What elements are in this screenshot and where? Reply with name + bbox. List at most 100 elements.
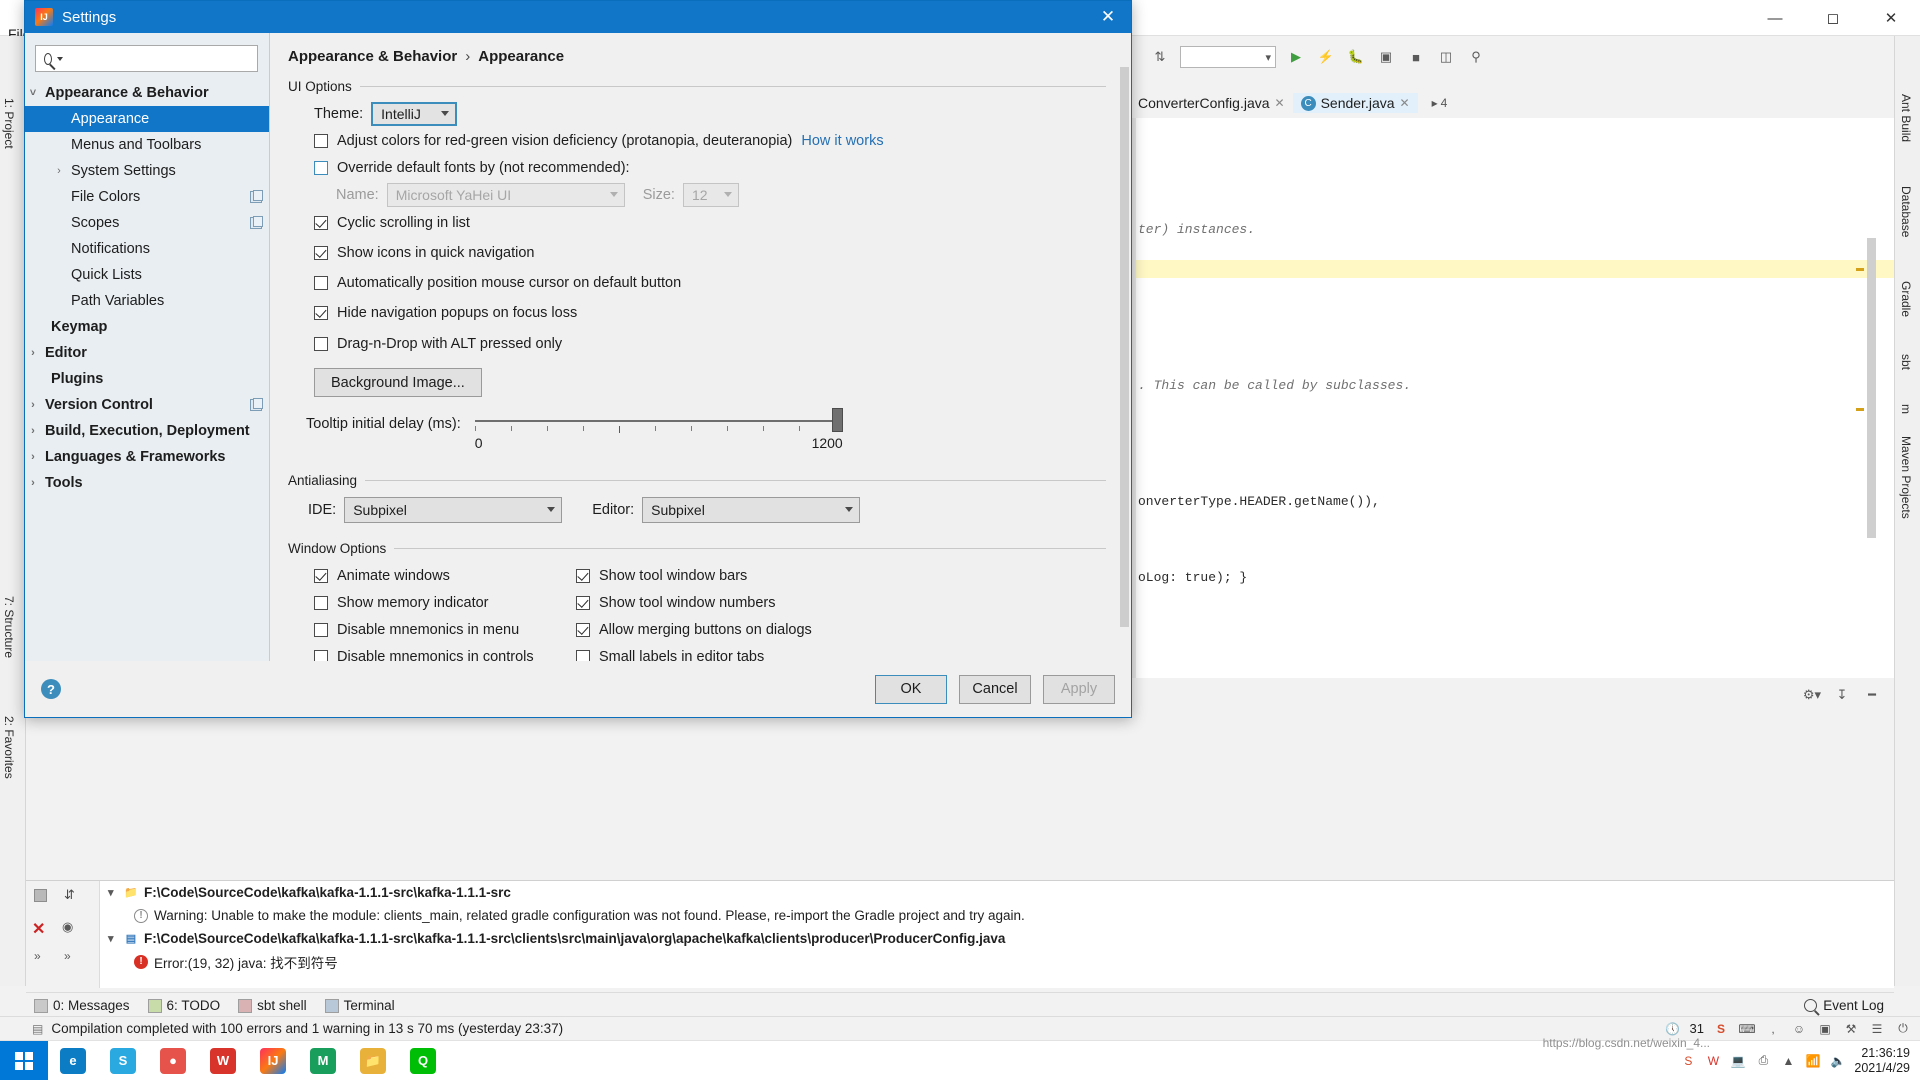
show-memory-indicator-checkbox[interactable]	[314, 595, 328, 610]
maximize-icon[interactable]: ◻	[1804, 0, 1862, 36]
taskbar-sogou[interactable]: S	[98, 1041, 148, 1080]
sidebar-item-scopes[interactable]: Scopes	[25, 210, 269, 236]
minimize-icon[interactable]: —	[1746, 0, 1804, 36]
tool-window-favorites[interactable]: 2: Favorites	[2, 716, 16, 779]
editor-tab-sender[interactable]: C Sender.java ✕	[1292, 93, 1418, 113]
editor-antialiasing-select[interactable]: Subpixel	[642, 496, 861, 523]
editor-tab-converterconfig[interactable]: ConverterConfig.java ✕	[1130, 93, 1293, 113]
comma-icon[interactable]: ,	[1764, 1020, 1782, 1038]
coverage-icon[interactable]: ▣	[1376, 47, 1396, 67]
sogou-icon[interactable]: S	[1712, 1020, 1730, 1038]
override-fonts-checkbox[interactable]	[314, 160, 328, 175]
sidebar-item-languages-and-frameworks[interactable]: › Languages & Frameworks	[25, 444, 269, 470]
tool-window-sbt[interactable]: sbt	[1899, 354, 1913, 370]
build-icon[interactable]: ⚡	[1316, 47, 1336, 67]
close-tab-icon[interactable]: ✕	[1275, 96, 1285, 110]
chevron-right-icon[interactable]: ›	[25, 477, 41, 489]
hide-nav-popups-checkbox[interactable]	[314, 306, 328, 320]
chevron-right-icon[interactable]: ›	[25, 425, 41, 437]
slider-thumb[interactable]	[831, 408, 843, 432]
tool-window-gradle[interactable]: Gradle	[1899, 281, 1913, 317]
search-everywhere-icon[interactable]: ⚲	[1466, 47, 1486, 67]
keyboard-icon[interactable]: ⌨	[1738, 1020, 1756, 1038]
sidebar-item-appearance[interactable]: Appearance	[25, 106, 269, 132]
help-button[interactable]: ?	[41, 679, 61, 699]
menu-icon[interactable]: ☰	[1868, 1020, 1886, 1038]
taskbar-clock[interactable]: 21:36:19 2021/4/29	[1854, 1046, 1910, 1076]
image-icon[interactable]: ▣	[1816, 1020, 1834, 1038]
taskbar-qiyi[interactable]: Q	[398, 1041, 448, 1080]
chevron-right-icon[interactable]: ›	[25, 399, 41, 411]
run-icon[interactable]: ▶	[1286, 47, 1306, 67]
ok-button[interactable]: OK	[875, 674, 947, 704]
stop-icon[interactable]: ■	[1406, 47, 1426, 67]
sidebar-item-notifications[interactable]: Notifications	[25, 236, 269, 262]
chevron-down-icon[interactable]: ˅	[25, 87, 41, 99]
cancel-button[interactable]: Cancel	[959, 674, 1031, 704]
sidebar-item-build-execution-deployment[interactable]: › Build, Execution, Deployment	[25, 418, 269, 444]
small-labels-editor-tabs-checkbox[interactable]	[576, 649, 590, 661]
taskbar-xmind[interactable]: M	[298, 1041, 348, 1080]
font-name-select[interactable]: Microsoft YaHei UI	[386, 182, 625, 207]
tool-window-database[interactable]: Database	[1899, 186, 1913, 237]
tray-network-icon[interactable]: 📶	[1804, 1052, 1822, 1070]
sidebar-item-version-control[interactable]: › Version Control	[25, 392, 269, 418]
chevron-down-icon[interactable]	[57, 56, 63, 61]
collapse-icon[interactable]: ↧	[1832, 685, 1852, 705]
power-icon[interactable]: ⏻	[1894, 1020, 1912, 1038]
sidebar-item-keymap[interactable]: Keymap	[25, 314, 269, 340]
tray-print-icon[interactable]: ⎙	[1754, 1052, 1772, 1070]
chevron-down-icon[interactable]: ▾	[108, 932, 118, 945]
debug-icon[interactable]: 🐛	[1346, 47, 1366, 67]
tool-tab-messages[interactable]: 0: Messages	[34, 998, 130, 1013]
editor-scrollbar[interactable]	[1867, 238, 1876, 538]
settings-gear-icon[interactable]: ⚙▾	[1802, 685, 1822, 705]
font-size-select[interactable]: 12	[682, 182, 739, 207]
run-configuration-combo[interactable]: ▾	[1180, 46, 1276, 68]
taskbar-wps[interactable]: W	[198, 1041, 248, 1080]
message-row[interactable]: ! Warning: Unable to make the module: cl…	[100, 904, 1894, 927]
sidebar-item-tools[interactable]: › Tools	[25, 470, 269, 496]
sort-icon[interactable]: ⇅	[1150, 47, 1170, 67]
apply-button[interactable]: Apply	[1043, 674, 1115, 704]
chevron-right-icon[interactable]: ›	[25, 347, 41, 359]
auto-position-cursor-checkbox[interactable]	[314, 276, 328, 290]
message-row[interactable]: ▾ ▤ F:\Code\SourceCode\kafka\kafka-1.1.1…	[100, 927, 1894, 950]
chevron-right-icon[interactable]: ›	[51, 165, 67, 177]
tray-volume-icon[interactable]: 🔈	[1829, 1052, 1847, 1070]
settings-pane-scrollbar[interactable]	[1120, 67, 1129, 661]
tool-window-ant-build[interactable]: Ant Build	[1899, 94, 1913, 142]
chevron-right-icon[interactable]: ›	[25, 451, 41, 463]
message-row[interactable]: ! Error:(19, 32) java: 找不到符号	[100, 950, 1894, 973]
chevron-down-icon[interactable]: ▾	[108, 886, 118, 899]
sidebar-item-plugins[interactable]: Plugins	[25, 366, 269, 392]
tray-sogou-icon[interactable]: S	[1679, 1052, 1697, 1070]
tools-icon[interactable]: ⚒	[1842, 1020, 1860, 1038]
layout-icon[interactable]: ◫	[1436, 47, 1456, 67]
disable-mnemonics-controls-checkbox[interactable]	[314, 649, 328, 661]
event-log-button[interactable]: Event Log	[1804, 998, 1884, 1013]
tooltip-delay-slider[interactable]: 0 1200	[474, 408, 843, 455]
settings-search-box[interactable]	[35, 45, 258, 72]
sidebar-item-system-settings[interactable]: › System Settings	[25, 158, 269, 184]
allow-merging-buttons-checkbox[interactable]	[576, 622, 590, 637]
tab-overflow-counter[interactable]: ▸ 4	[1432, 96, 1448, 110]
theme-select[interactable]: IntelliJ	[371, 101, 458, 126]
drag-n-drop-alt-checkbox[interactable]	[314, 337, 328, 351]
tool-window-m[interactable]: m	[1899, 404, 1913, 414]
animate-windows-checkbox[interactable]	[314, 568, 328, 583]
smiley-icon[interactable]: ☺	[1790, 1020, 1808, 1038]
start-button[interactable]	[0, 1040, 48, 1080]
next-icon[interactable]: »	[34, 949, 41, 963]
search-input[interactable]	[72, 49, 257, 68]
clock-icon[interactable]: 🕔	[1664, 1020, 1682, 1038]
close-tab-icon[interactable]: ✕	[1400, 96, 1410, 110]
filter-icon[interactable]: ◉	[62, 919, 73, 935]
tray-wps-icon[interactable]: W	[1704, 1052, 1722, 1070]
adjust-colors-checkbox[interactable]	[314, 133, 328, 148]
how-it-works-link[interactable]: How it works	[801, 133, 883, 149]
tray-up-icon[interactable]: ▲	[1779, 1052, 1797, 1070]
disable-mnemonics-menu-checkbox[interactable]	[314, 622, 328, 637]
tool-window-structure[interactable]: 7: Structure	[2, 596, 16, 658]
expand-all-icon[interactable]: ⇵	[64, 887, 75, 903]
